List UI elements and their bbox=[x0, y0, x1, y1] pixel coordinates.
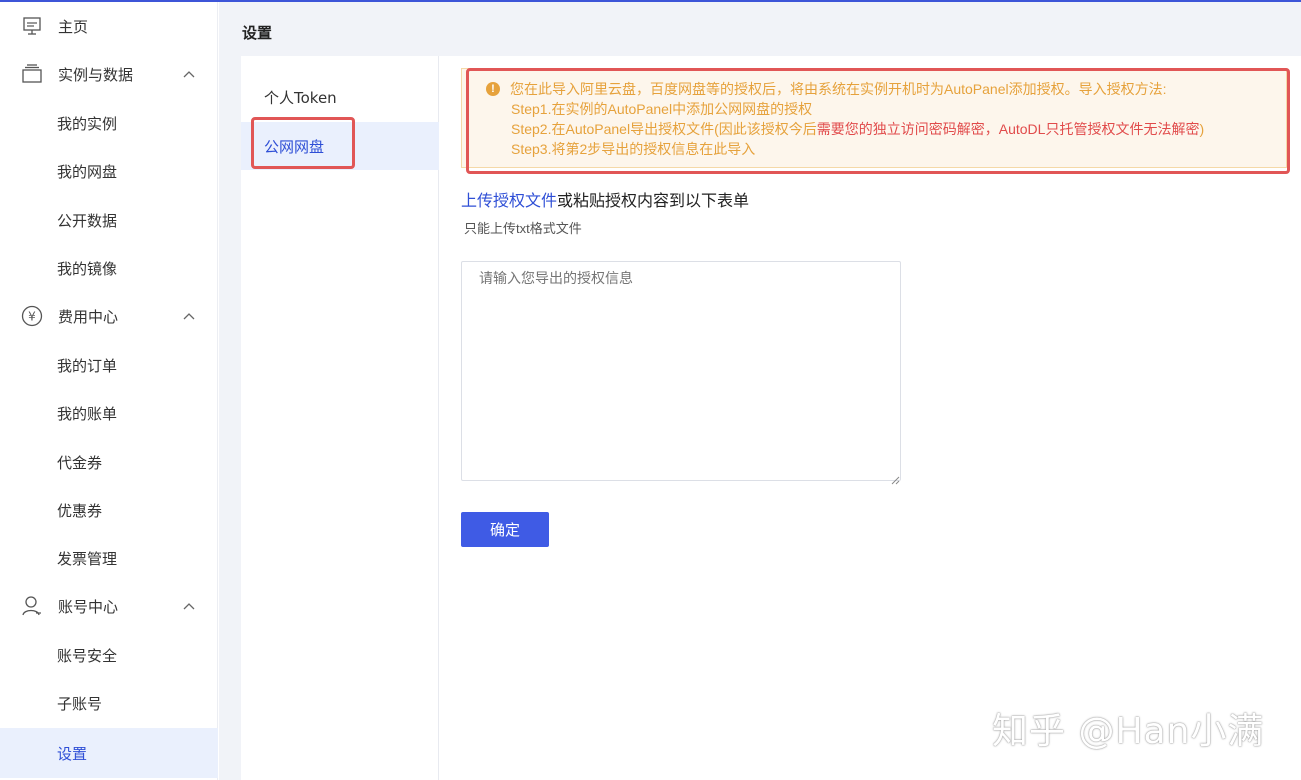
yen-icon: ¥ bbox=[20, 304, 44, 328]
settings-tabs: 个人Token 公网网盘 bbox=[241, 56, 439, 780]
sidebar-group-label: 费用中心 bbox=[58, 307, 119, 326]
sidebar-item-label: 优惠券 bbox=[57, 501, 103, 520]
chevron-up-icon bbox=[182, 67, 196, 81]
sidebar-item-my-instances[interactable]: 我的实例 bbox=[0, 101, 218, 145]
auth-info-textarea[interactable] bbox=[461, 261, 901, 481]
sidebar-item-label: 公开数据 bbox=[57, 211, 118, 230]
svg-text:¥: ¥ bbox=[28, 310, 36, 324]
sidebar-item-invoices[interactable]: 发票管理 bbox=[0, 536, 218, 580]
upload-instructions: 或粘贴授权内容到以下表单 bbox=[557, 193, 750, 210]
sidebar-item-label: 我的网盘 bbox=[57, 162, 118, 181]
sidebar-group-instances[interactable]: 实例与数据 bbox=[0, 52, 218, 96]
warning-icon: ! bbox=[486, 82, 500, 96]
watermark: 知乎 @Han小满 bbox=[992, 711, 1265, 752]
chevron-up-icon bbox=[182, 309, 196, 323]
sidebar-item-my-images[interactable]: 我的镜像 bbox=[0, 246, 218, 290]
tab-label: 个人Token bbox=[264, 88, 337, 107]
sidebar-item-label: 我的镜像 bbox=[57, 259, 118, 278]
alert-line-3-part1: Step2.在AutoPanel导出授权文件(因此该授权今后 bbox=[511, 121, 817, 137]
alert-line-4: Step3.将第2步导出的授权信息在此导入 bbox=[511, 141, 756, 157]
sidebar-item-label: 发票管理 bbox=[57, 549, 118, 568]
sidebar-item-label: 我的订单 bbox=[57, 356, 118, 375]
upload-hint: 只能上传txt格式文件 bbox=[464, 221, 582, 236]
tab-personal-token[interactable]: 个人Token bbox=[241, 73, 439, 121]
user-icon bbox=[20, 594, 44, 618]
sidebar-group-label: 账号中心 bbox=[58, 597, 119, 616]
sidebar-item-my-netdisk[interactable]: 我的网盘 bbox=[0, 149, 218, 193]
alert-line-3: Step2.在AutoPanel导出授权文件(因此该授权今后需要您的独立访问密码… bbox=[511, 119, 1204, 139]
sidebar-item-label: 账号安全 bbox=[57, 646, 118, 665]
sidebar-item-my-bills[interactable]: 我的账单 bbox=[0, 391, 218, 435]
sidebar-item-account-security[interactable]: 账号安全 bbox=[0, 633, 218, 677]
sidebar-item-label: 主页 bbox=[58, 17, 89, 36]
sidebar-group-label: 实例与数据 bbox=[58, 65, 134, 84]
sidebar-item-home[interactable]: 主页 bbox=[0, 4, 218, 48]
sidebar-item-label: 子账号 bbox=[57, 694, 103, 713]
sidebar-item-label: 设置 bbox=[57, 744, 88, 763]
layers-icon bbox=[20, 62, 44, 86]
sidebar-group-billing[interactable]: ¥ 费用中心 bbox=[0, 294, 218, 338]
alert-line-1: 您在此导入阿里云盘，百度网盘等的授权后，将由系统在实例开机时为AutoPanel… bbox=[510, 81, 1167, 97]
monitor-icon bbox=[20, 14, 44, 38]
sidebar-item-settings[interactable]: 设置 bbox=[0, 728, 218, 778]
sidebar-item-coupons[interactable]: 优惠券 bbox=[0, 488, 218, 532]
sidebar-item-label: 我的账单 bbox=[57, 404, 118, 423]
alert-highlight: 需要您的独立访问密码解密，AutoDL只托管授权文件无法解密 bbox=[816, 121, 1200, 137]
upload-file-link[interactable]: 上传授权文件 bbox=[461, 193, 557, 210]
tab-public-netdisk[interactable]: 公网网盘 bbox=[241, 122, 439, 170]
sidebar: 主页 实例与数据 我的实例 我的网盘 公开数据 我的镜像 ¥ 费用中心 我的订单… bbox=[0, 2, 218, 780]
chevron-up-icon bbox=[182, 599, 196, 613]
upload-row: 上传授权文件或粘贴授权内容到以下表单 bbox=[461, 187, 749, 211]
sidebar-item-vouchers[interactable]: 代金券 bbox=[0, 440, 218, 484]
sidebar-item-sub-accounts[interactable]: 子账号 bbox=[0, 681, 218, 725]
page-title: 设置 bbox=[242, 24, 273, 42]
sidebar-item-label: 我的实例 bbox=[57, 114, 118, 133]
sidebar-group-account[interactable]: 账号中心 bbox=[0, 584, 218, 628]
warning-alert: ! 您在此导入阿里云盘，百度网盘等的授权后，将由系统在实例开机时为AutoPan… bbox=[461, 68, 1287, 168]
confirm-button[interactable]: 确定 bbox=[461, 512, 549, 547]
tab-label: 公网网盘 bbox=[264, 137, 325, 156]
sidebar-item-label: 代金券 bbox=[57, 453, 103, 472]
alert-line-2: Step1.在实例的AutoPanel中添加公网网盘的授权 bbox=[511, 101, 813, 117]
netdisk-panel: ! 您在此导入阿里云盘，百度网盘等的授权后，将由系统在实例开机时为AutoPan… bbox=[439, 56, 1301, 780]
resize-grip-icon[interactable] bbox=[891, 470, 900, 485]
sidebar-item-public-data[interactable]: 公开数据 bbox=[0, 198, 218, 242]
sidebar-item-my-orders[interactable]: 我的订单 bbox=[0, 343, 218, 387]
main-content: 设置 个人Token 公网网盘 ! 您在此导入阿里云盘，百度网盘等的授权后，将由… bbox=[219, 2, 1301, 780]
alert-line-3-part3: ) bbox=[1199, 121, 1205, 137]
